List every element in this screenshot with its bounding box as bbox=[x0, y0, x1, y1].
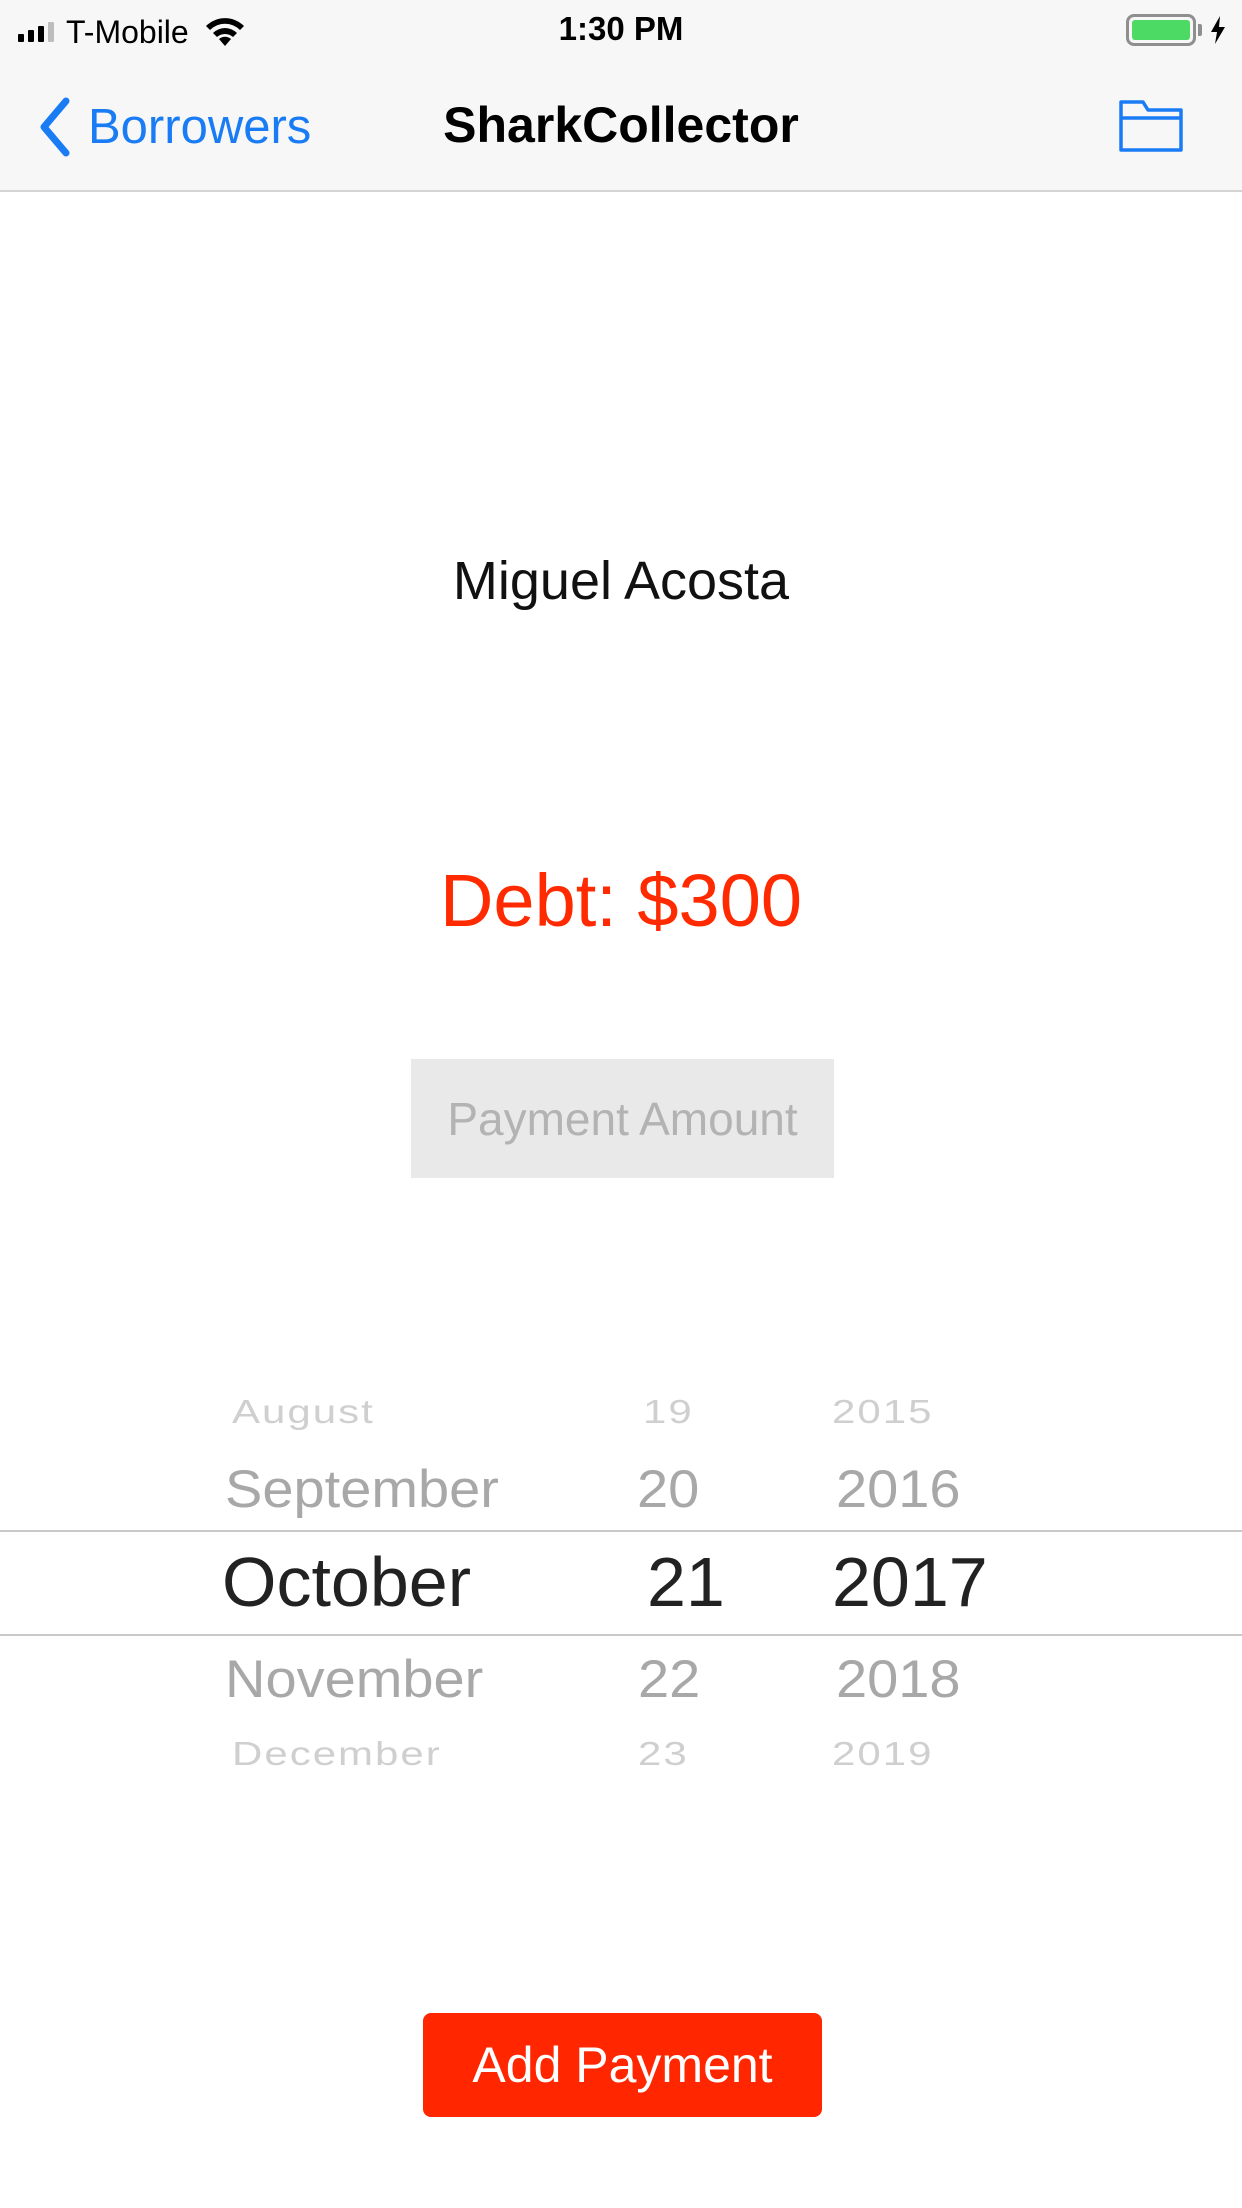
day-option[interactable]: 22 bbox=[638, 1648, 700, 1709]
picker-selection-top-line bbox=[0, 1530, 1242, 1532]
year-option[interactable]: 2019 bbox=[832, 1735, 933, 1773]
day-option[interactable]: 23 bbox=[638, 1735, 689, 1773]
year-selected[interactable]: 2017 bbox=[832, 1542, 988, 1622]
day-option[interactable]: 19 bbox=[643, 1393, 694, 1431]
folder-icon[interactable] bbox=[1118, 96, 1184, 154]
month-option[interactable]: August bbox=[232, 1393, 375, 1431]
battery-group bbox=[1126, 14, 1228, 46]
screen: T-Mobile 1:30 PM Borrowers SharkCollecto… bbox=[0, 0, 1242, 2208]
status-bar: T-Mobile 1:30 PM bbox=[0, 0, 1242, 62]
year-option[interactable]: 2018 bbox=[836, 1648, 961, 1709]
month-option[interactable]: September bbox=[225, 1458, 499, 1519]
date-picker[interactable]: August September October November Decemb… bbox=[0, 1370, 1242, 1790]
day-option[interactable]: 20 bbox=[637, 1458, 699, 1519]
charging-bolt-icon bbox=[1211, 16, 1225, 44]
navigation-bar: Borrowers SharkCollector bbox=[0, 62, 1242, 192]
month-option[interactable]: December bbox=[232, 1735, 442, 1773]
borrower-name: Miguel Acosta bbox=[452, 551, 790, 611]
add-payment-button[interactable]: Add Payment bbox=[423, 2013, 822, 2117]
month-selected[interactable]: October bbox=[222, 1542, 471, 1622]
year-option[interactable]: 2015 bbox=[832, 1393, 933, 1431]
day-selected[interactable]: 21 bbox=[647, 1542, 725, 1622]
battery-level bbox=[1132, 20, 1190, 40]
nav-title: SharkCollector bbox=[443, 97, 799, 153]
battery-nub bbox=[1198, 24, 1202, 36]
status-time: 1:30 PM bbox=[558, 10, 684, 47]
month-option[interactable]: November bbox=[225, 1648, 483, 1709]
payment-amount-input[interactable] bbox=[411, 1059, 834, 1178]
year-option[interactable]: 2016 bbox=[836, 1458, 961, 1519]
battery-icon bbox=[1126, 14, 1196, 46]
debt-amount: Debt: $300 bbox=[439, 859, 803, 942]
picker-selection-bottom-line bbox=[0, 1634, 1242, 1636]
